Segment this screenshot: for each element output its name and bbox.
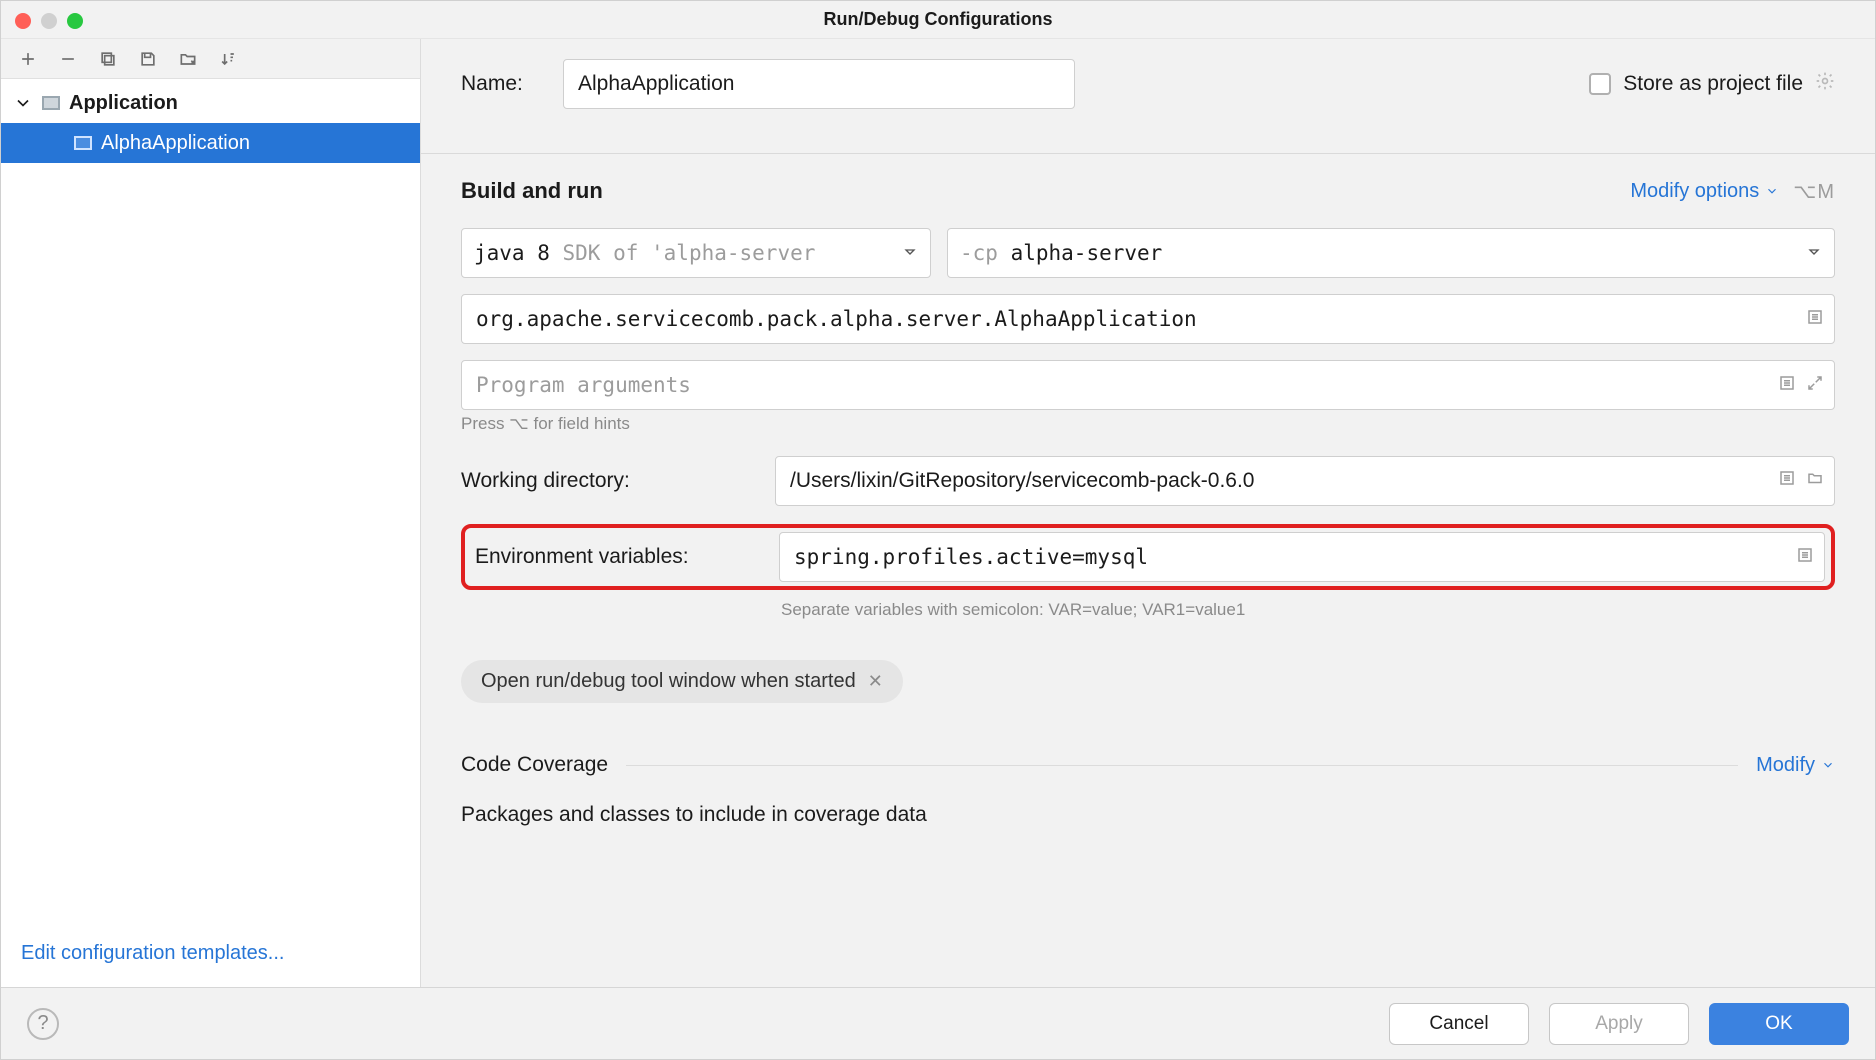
name-value: AlphaApplication [578,72,734,96]
dropdown-caret-icon [902,241,918,265]
tree-node-alphaapplication[interactable]: AlphaApplication [1,123,420,163]
sort-icon [218,49,238,69]
chevron-down-icon [1765,184,1779,198]
dialog-body: Application AlphaApplication Edit config… [1,39,1875,987]
store-label: Store as project file [1623,72,1803,96]
store-as-project-file[interactable]: Store as project file [1589,71,1835,97]
tree-node-label: Application [69,92,178,115]
name-label: Name: [461,72,547,96]
chip-label: Open run/debug tool window when started [481,670,856,693]
folder-icon [41,93,61,113]
code-coverage-header: Code Coverage [461,753,608,777]
modify-options-link[interactable]: Modify options [1630,180,1779,203]
gear-icon[interactable] [1815,71,1835,97]
env-label: Environment variables: [471,545,761,569]
env-variables-input[interactable]: spring.profiles.active=mysql [779,532,1825,582]
working-dir-label: Working directory: [461,469,751,493]
run-debug-configurations-window: Run/Debug Configurations [0,0,1876,1060]
dropdown-caret-icon [1806,241,1822,265]
sidebar-toolbar [1,39,420,79]
env-value: spring.profiles.active=mysql [794,545,1148,569]
window-title: Run/Debug Configurations [824,9,1053,30]
section-divider [421,153,1875,154]
sort-button[interactable] [217,48,239,70]
sdk-classpath-row: java 8 SDK of 'alpha-server -cp alpha-se… [461,228,1835,278]
titlebar: Run/Debug Configurations [1,1,1875,39]
chevron-down-icon [1821,758,1835,772]
window-controls [15,13,83,29]
main-class-input[interactable]: org.apache.servicecomb.pack.alpha.server… [461,294,1835,344]
save-configuration-button[interactable] [137,48,159,70]
minimize-window-button[interactable] [41,13,57,29]
application-icon [73,133,93,153]
copy-icon [98,49,118,69]
configuration-tree: Application AlphaApplication [1,79,420,926]
edit-templates-link[interactable]: Edit configuration templates... [21,942,284,964]
working-directory-row: Working directory: /Users/lixin/GitRepos… [461,456,1835,506]
cancel-button[interactable]: Cancel [1389,1003,1529,1045]
tree-node-application[interactable]: Application [1,83,420,123]
jdk-selector[interactable]: java 8 SDK of 'alpha-server [461,228,931,278]
options-chips: Open run/debug tool window when started … [461,660,1835,703]
working-dir-value: /Users/lixin/GitRepository/servicecomb-p… [790,469,1254,493]
minus-icon [58,49,78,69]
environment-variables-row: Environment variables: spring.profiles.a… [461,524,1835,590]
program-arguments-input[interactable]: Program arguments [461,360,1835,410]
build-and-run-header: Build and run Modify options ⌥M [461,178,1835,204]
code-coverage-divider: Code Coverage Modify [461,753,1835,777]
divider-line [626,765,1738,766]
working-dir-input[interactable]: /Users/lixin/GitRepository/servicecomb-p… [775,456,1835,506]
folder-icon[interactable] [1806,469,1824,493]
env-hint-text: Separate variables with semicolon: VAR=v… [781,600,1835,620]
add-configuration-button[interactable] [17,48,39,70]
plus-icon [18,49,38,69]
checkbox-icon [1589,73,1611,95]
footer-buttons: Cancel Apply OK [1389,1003,1849,1045]
copy-configuration-button[interactable] [97,48,119,70]
sidebar: Application AlphaApplication Edit config… [1,39,421,987]
remove-chip-icon[interactable]: ✕ [868,671,883,692]
list-icon[interactable] [1806,307,1824,331]
name-row: Name: AlphaApplication Store as project … [461,59,1835,109]
maximize-window-button[interactable] [67,13,83,29]
apply-button[interactable]: Apply [1549,1003,1689,1045]
sidebar-footer: Edit configuration templates... [1,926,420,987]
list-icon[interactable] [1796,545,1814,569]
main-class-value: org.apache.servicecomb.pack.alpha.server… [476,307,1197,331]
keyboard-shortcut: ⌥M [1793,179,1835,204]
list-icon[interactable] [1778,469,1796,493]
program-args-placeholder: Program arguments [476,373,691,397]
main-form: Name: AlphaApplication Store as project … [421,39,1875,987]
tree-node-label: AlphaApplication [101,132,250,155]
help-button[interactable]: ? [27,1008,59,1040]
close-window-button[interactable] [15,13,31,29]
list-icon[interactable] [1778,373,1796,397]
classpath-selector[interactable]: -cp alpha-server [947,228,1835,278]
modify-coverage-link[interactable]: Modify [1756,754,1835,777]
save-icon [138,49,158,69]
help-icon: ? [37,1012,48,1035]
coverage-packages-label: Packages and classes to include in cover… [461,803,1835,827]
folder-arrow-icon [178,49,198,69]
section-title: Build and run [461,178,603,204]
dialog-footer: ? Cancel Apply OK [1,987,1875,1059]
name-input[interactable]: AlphaApplication [563,59,1075,109]
chevron-down-icon [13,93,33,113]
remove-configuration-button[interactable] [57,48,79,70]
field-hints-text: Press ⌥ for field hints [461,414,1835,434]
ok-button[interactable]: OK [1709,1003,1849,1045]
open-tool-window-chip[interactable]: Open run/debug tool window when started … [461,660,903,703]
folder-action-button[interactable] [177,48,199,70]
expand-icon[interactable] [1806,373,1824,397]
